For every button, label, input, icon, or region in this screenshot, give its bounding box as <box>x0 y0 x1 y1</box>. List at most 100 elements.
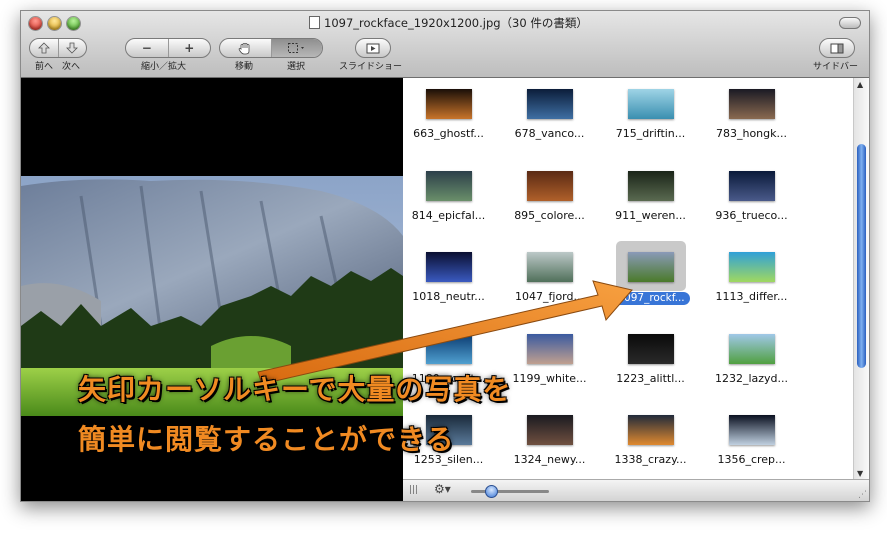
sidebar-label: サイドバー <box>813 62 859 72</box>
thumbnail-image[interactable] <box>527 415 573 445</box>
nav-button-group <box>29 38 87 58</box>
thumbnail-image[interactable] <box>628 89 674 119</box>
zoom-label: 縮小／拡大 <box>141 62 187 72</box>
thumbnail-filename: 1097_rockf... <box>612 292 690 305</box>
thumbnail-item[interactable]: 1232_lazyd... <box>701 328 802 398</box>
thumbnail-item[interactable]: 783_hongk... <box>701 83 802 153</box>
thumbnail-item[interactable]: 1018_neutr... <box>403 246 499 316</box>
thumbnail-item[interactable]: 895_colore... <box>499 165 600 235</box>
thumbnail-filename: 663_ghostf... <box>413 127 484 140</box>
split-grip-icon[interactable]: ||| <box>409 485 418 495</box>
thumbnail-item[interactable]: 1324_newy... <box>499 409 600 479</box>
thumbnail-image[interactable] <box>527 252 573 282</box>
thumbnail-image[interactable] <box>426 252 472 282</box>
thumbnail-filename: 895_colore... <box>514 209 585 222</box>
thumbnail-item[interactable]: 663_ghostf... <box>403 83 499 153</box>
thumbnail-grid: 663_ghostf... 678_vanco... 715_driftin... 7… <box>403 78 853 479</box>
thumbnail-filename: 783_hongk... <box>715 127 787 140</box>
thumbnail-image[interactable] <box>729 171 775 201</box>
zoom-button[interactable] <box>67 17 80 30</box>
thumbnail-filename: 1232_lazyd... <box>714 372 789 385</box>
window-title-text: 1097_rockface_1920x1200.jpg（30 件の書類） <box>324 16 588 30</box>
thumbnail-item[interactable]: 814_epicfal... <box>403 165 499 235</box>
document-icon <box>309 16 320 29</box>
tool-button-group <box>219 38 323 58</box>
thumbnail-filename: 1338_crazy... <box>614 453 687 466</box>
slider-thumb[interactable] <box>484 485 498 498</box>
select-tool-button[interactable] <box>271 39 322 57</box>
arrow-up-icon <box>37 42 50 54</box>
thumbnail-filename: 1047_fjord... <box>515 290 584 303</box>
thumbnail-filename: 1199_white... <box>512 372 587 385</box>
nav-label: 前へ 次へ <box>35 62 81 72</box>
thumbnail-item[interactable]: 1356_crep... <box>701 409 802 479</box>
minus-icon: − <box>141 41 152 55</box>
thumbnail-image[interactable] <box>628 334 674 364</box>
resize-grip-icon[interactable]: ⋰ <box>858 490 867 500</box>
thumbnail-item[interactable]: 1047_fjord... <box>499 246 600 316</box>
thumbnail-image[interactable] <box>426 89 472 119</box>
thumbnail-image[interactable] <box>527 89 573 119</box>
move-tool-button[interactable] <box>220 39 272 57</box>
thumbnail-image[interactable] <box>729 334 775 364</box>
thumbnail-image[interactable] <box>527 171 573 201</box>
scroll-up-arrow-icon[interactable]: ▲ <box>857 80 863 89</box>
close-button[interactable] <box>29 17 42 30</box>
thumbnail-item[interactable]: 911_weren... <box>600 165 701 235</box>
thumbnail-filename: 1324_newy... <box>513 453 586 466</box>
gear-icon[interactable]: ⚙▾ <box>434 482 451 496</box>
sidebar-button-face[interactable] <box>820 39 854 57</box>
slideshow-button[interactable] <box>355 38 391 58</box>
thumbnail-image[interactable] <box>426 334 472 364</box>
thumbnail-image[interactable] <box>628 171 674 201</box>
thumbnail-filename: 1113_differ... <box>715 290 788 303</box>
thumbnail-image[interactable] <box>729 415 775 445</box>
thumbnail-filename: 715_driftin... <box>615 127 686 140</box>
select-label: 選択 <box>287 62 306 72</box>
slideshow-button-face[interactable] <box>356 39 390 57</box>
thumbnail-item[interactable]: 936_trueco... <box>701 165 802 235</box>
thumbnail-size-slider[interactable] <box>471 485 549 498</box>
scrollbar-thumb[interactable] <box>857 144 866 368</box>
thumbnail-filename: 678_vanco... <box>514 127 585 140</box>
scroll-down-arrow-icon[interactable]: ▼ <box>857 469 863 478</box>
thumbnail-item[interactable]: 678_vanco... <box>499 83 600 153</box>
titlebar: 1097_rockface_1920x1200.jpg（30 件の書類） 前へ … <box>21 11 869 78</box>
caption-line-2: 簡単に閲覧することができる <box>78 423 455 456</box>
thumbnail-filename: 936_trueco... <box>715 209 788 222</box>
thumbnail-item[interactable]: 1199_white... <box>499 328 600 398</box>
slideshow-label: スライドショー <box>339 62 403 72</box>
thumbnail-image[interactable] <box>729 89 775 119</box>
browser-bottom-bar: ||| ⚙▾ ⋰ <box>403 479 869 501</box>
plus-icon: + <box>184 41 195 55</box>
thumbnail-image[interactable] <box>628 252 674 282</box>
sidebar-button[interactable] <box>819 38 855 58</box>
play-icon <box>366 43 380 53</box>
thumbnail-filename: 1356_crep... <box>717 453 786 466</box>
next-button[interactable] <box>59 39 87 57</box>
selection-icon <box>287 43 304 53</box>
thumbnail-image[interactable] <box>729 252 775 282</box>
zoom-in-button[interactable]: + <box>169 39 211 57</box>
previous-button[interactable] <box>30 39 59 57</box>
minimize-button[interactable] <box>48 17 61 30</box>
thumbnail-image[interactable] <box>426 171 472 201</box>
vertical-scrollbar[interactable]: ▲ ▼ <box>853 78 869 479</box>
thumbnail-image[interactable] <box>527 334 573 364</box>
thumbnail-filename: 814_epicfal... <box>411 209 486 222</box>
toolbar-toggle-button[interactable] <box>839 17 861 29</box>
thumbnail-item[interactable]: 1097_rockf... <box>600 241 701 316</box>
thumbnail-item[interactable]: 715_driftin... <box>600 83 701 153</box>
zoom-out-button[interactable]: − <box>126 39 169 57</box>
caption-line-1: 矢印カーソルキーで大量の写真を <box>78 373 512 406</box>
window-title: 1097_rockface_1920x1200.jpg（30 件の書類） <box>309 15 588 31</box>
move-label: 移動 <box>235 62 254 72</box>
zoom-button-group: − + <box>125 38 211 58</box>
thumbnail-image[interactable] <box>628 415 674 445</box>
thumbnail-item[interactable]: 1338_crazy... <box>600 409 701 479</box>
sidebar-icon <box>830 43 844 53</box>
thumbnail-item[interactable]: 1113_differ... <box>701 246 802 316</box>
arrow-down-icon <box>66 42 79 54</box>
hand-icon <box>238 42 250 54</box>
thumbnail-item[interactable]: 1223_alittl... <box>600 328 701 398</box>
